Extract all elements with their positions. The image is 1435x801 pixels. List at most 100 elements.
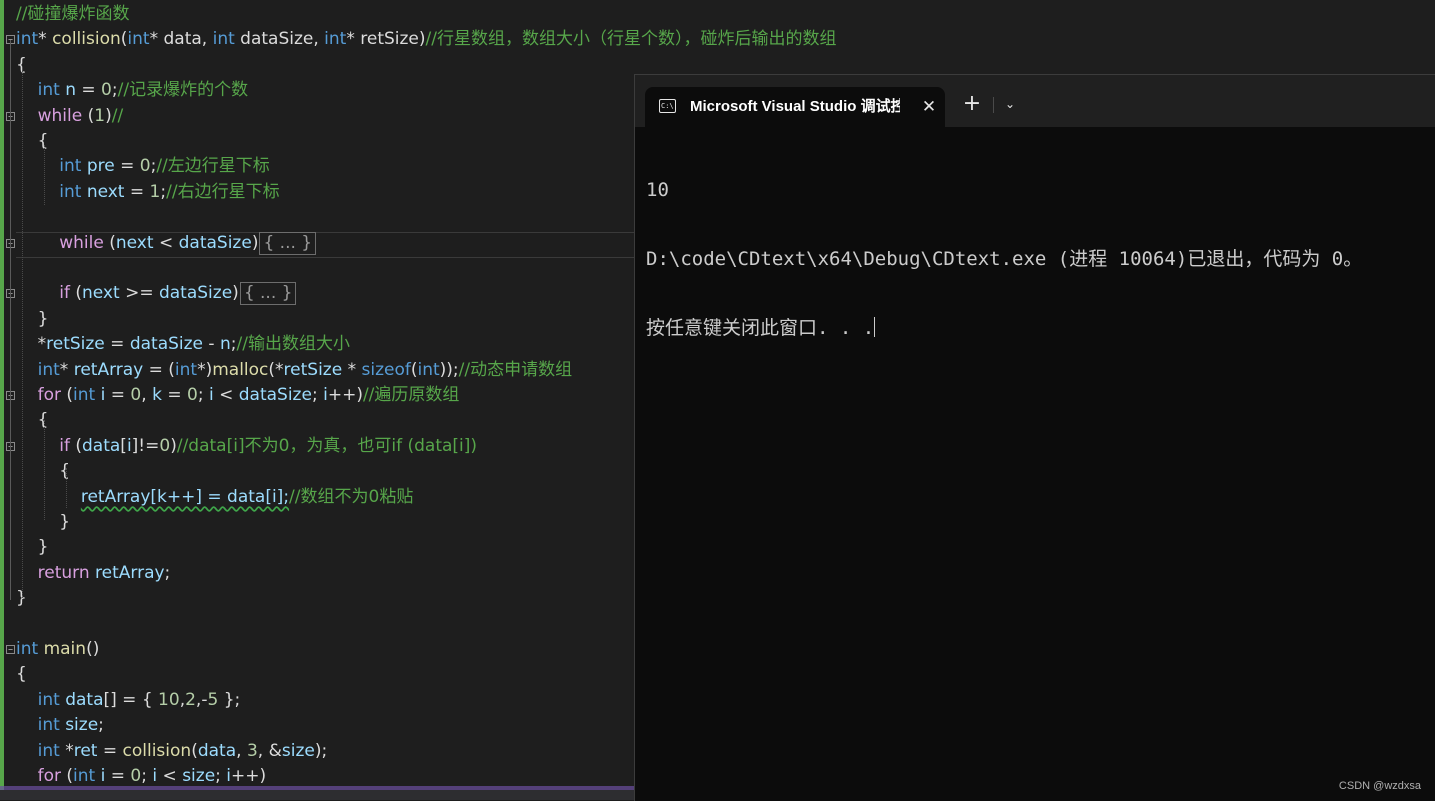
debug-console-window[interactable]: C:\ Microsoft Visual Studio 调试控 ✕ + ⌄ 10… — [634, 74, 1435, 801]
code-comment: //输出数组大小 — [236, 334, 350, 355]
code-line[interactable]: } — [16, 307, 49, 332]
code-token: 3 — [246, 740, 258, 761]
chevron-down-icon[interactable]: ⌄ — [999, 93, 1021, 115]
code-token: ; — [215, 766, 227, 786]
code-token: ) — [170, 435, 177, 456]
code-line[interactable]: if (next >= dataSize){ ... } — [16, 281, 297, 306]
code-comment: // — [111, 105, 124, 126]
code-token: retSize — [283, 359, 343, 380]
code-token: for — [37, 766, 61, 786]
close-icon[interactable]: ✕ — [919, 97, 939, 117]
code-token: for — [37, 385, 61, 405]
code-token: 1 — [94, 105, 106, 126]
code-token: ,- — [195, 689, 208, 710]
code-token: ; — [311, 385, 324, 405]
code-line[interactable]: int n = 0;//记录爆炸的个数 — [16, 78, 248, 103]
code-line[interactable]: *retSize = dataSize - n;//输出数组大小 — [16, 332, 350, 357]
outline-guide — [10, 40, 11, 600]
code-line[interactable]: //碰撞爆炸函数 — [16, 2, 129, 27]
code-comment: //右边行星下标 — [166, 181, 280, 202]
code-token: ); — [314, 740, 328, 761]
terminal-tab[interactable]: C:\ Microsoft Visual Studio 调试控 ✕ — [645, 87, 945, 127]
code-token: 0 — [101, 80, 112, 101]
code-line[interactable]: while (next < dataSize){ ... } — [16, 231, 317, 256]
code-token: sizeof — [361, 359, 411, 380]
indent-guide — [66, 468, 68, 508]
code-token: ; — [197, 385, 209, 405]
code-line[interactable]: int main() — [16, 637, 99, 662]
code-token: int — [127, 29, 150, 50]
text-cursor — [874, 317, 876, 337]
code-line[interactable]: } — [16, 535, 49, 560]
new-tab-button[interactable]: + — [961, 93, 983, 115]
code-token: n — [219, 334, 231, 355]
collapsed-region[interactable]: { ... } — [239, 282, 297, 306]
code-token: next — [86, 181, 125, 202]
indent-guide — [44, 420, 46, 520]
code-token: 10 — [158, 689, 180, 710]
code-token: pre — [86, 156, 115, 177]
code-token: 2 — [185, 689, 196, 710]
code-token: ( — [69, 283, 82, 304]
code-token: * retSize) — [346, 29, 426, 50]
code-token: int — [59, 156, 82, 177]
code-line[interactable]: int data[] = { 10,2,-5 }; — [16, 688, 241, 713]
code-token: , & — [257, 740, 282, 761]
collapsed-region[interactable]: { ... } — [259, 231, 317, 255]
code-token: }; — [218, 689, 241, 710]
code-token: malloc — [212, 359, 269, 380]
code-token: * — [342, 359, 362, 380]
code-line[interactable]: if (data[i]!=0)//data[i]不为0，为真，也可if (dat… — [16, 434, 477, 459]
code-token: size — [65, 715, 99, 736]
code-token: size — [182, 766, 216, 786]
code-token: ( — [103, 232, 116, 253]
code-line[interactable]: int *ret = collision(data, 3, &size); — [16, 739, 328, 764]
code-token: } — [16, 537, 49, 558]
code-line[interactable]: retArray[k++] = data[i];//数组不为0粘贴 — [16, 485, 413, 510]
code-token: if — [59, 435, 70, 456]
code-line[interactable]: int size; — [16, 713, 104, 738]
code-token: - — [203, 334, 220, 355]
code-token: if — [59, 283, 70, 304]
code-token: = — [75, 80, 102, 101]
code-token: < — [213, 385, 239, 405]
code-token: dataSize — [129, 334, 204, 355]
code-token: retArray — [73, 359, 144, 380]
code-token: size — [281, 740, 315, 761]
code-token: ) — [105, 105, 112, 126]
code-line[interactable]: for (int i = 0, k = 0; i < dataSize; i++… — [16, 383, 460, 408]
code-line[interactable]: int next = 1;//右边行星下标 — [16, 180, 280, 205]
code-comment: //数组不为0粘贴 — [289, 486, 414, 507]
console-line-text: 按任意键关闭此窗口. . . — [646, 317, 875, 339]
code-token: int — [16, 29, 39, 50]
code-token: ( — [61, 766, 74, 786]
code-line[interactable]: int* collision(int* data, int dataSize, … — [16, 27, 837, 52]
code-line[interactable]: int pre = 0;//左边行星下标 — [16, 154, 270, 179]
code-token: int — [174, 359, 198, 380]
code-token: return — [37, 562, 90, 583]
console-output[interactable]: 10 D:\code\CDtext\x64\Debug\CDtext.exe (… — [646, 133, 1426, 386]
code-line[interactable]: int* retArray = (int*)malloc(*retSize * … — [16, 358, 573, 383]
code-comment: //左边行星下标 — [156, 156, 270, 177]
fold-toggle-icon[interactable]: − — [6, 645, 15, 654]
code-token: 0 — [139, 156, 151, 177]
code-token: ]!= — [131, 435, 160, 456]
code-token: < — [157, 766, 183, 786]
code-line[interactable]: while (1)// — [16, 104, 124, 129]
code-line[interactable]: return retArray; — [16, 561, 171, 586]
code-token: ; — [141, 766, 153, 786]
editor-horizontal-scrollbar[interactable] — [0, 790, 636, 800]
code-token: int — [324, 29, 347, 50]
code-token: dataSize, — [234, 29, 325, 50]
code-token: = — [105, 385, 131, 405]
code-line[interactable]: { — [16, 662, 27, 687]
code-token: next — [115, 232, 154, 253]
code-token: , — [236, 740, 247, 761]
code-token: * data, — [149, 29, 213, 50]
code-token: = — [124, 181, 150, 202]
